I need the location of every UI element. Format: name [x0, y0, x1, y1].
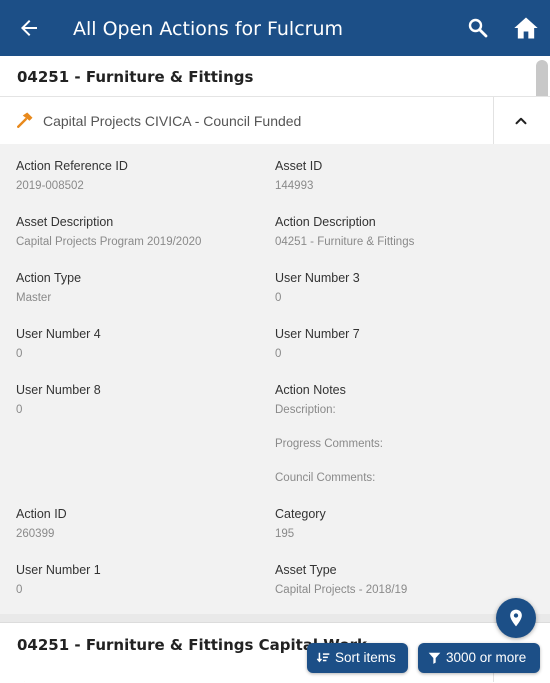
field-label: Action Description — [275, 215, 376, 229]
field-user-number-1: User Number 1 0 — [16, 562, 101, 597]
chevron-up-icon[interactable] — [512, 112, 530, 130]
sort-icon — [316, 652, 330, 663]
field-asset-id: Asset ID 144993 — [275, 158, 322, 193]
app-bar: All Open Actions for Fulcrum — [0, 0, 550, 56]
home-icon[interactable] — [512, 14, 540, 42]
sort-items-button[interactable]: Sort items — [307, 643, 408, 673]
field-value: 195 — [275, 528, 295, 540]
field-label: Action Notes — [275, 383, 346, 397]
field-category: Category 195 — [275, 506, 326, 541]
card-title[interactable]: 04251 - Furniture & Fittings — [17, 68, 253, 86]
field-value: 144993 — [275, 180, 314, 192]
page-title: All Open Actions for Fulcrum — [73, 18, 344, 40]
field-label: User Number 7 — [275, 327, 360, 341]
field-label: Asset ID — [275, 159, 323, 173]
filter-icon — [428, 652, 441, 664]
field-value: Capital Projects - 2018/19 — [275, 584, 408, 596]
hammer-icon — [17, 112, 33, 128]
field-value: 04251 - Furniture & Fittings — [275, 236, 415, 248]
field-label: Category — [275, 507, 326, 521]
field-label: Asset Type — [275, 563, 337, 577]
field-value: 0 — [16, 584, 23, 596]
field-user-number-8: User Number 8 0 — [16, 382, 101, 417]
field-user-number-4: User Number 4 0 — [16, 326, 101, 361]
filter-count-button[interactable]: 3000 or more — [418, 643, 540, 673]
search-icon[interactable] — [466, 16, 490, 40]
field-label: User Number 4 — [16, 327, 101, 341]
details-panel: Action Reference ID 2019-008502 Asset ID… — [0, 144, 550, 614]
field-action-type: Action Type Master — [16, 270, 81, 305]
field-label: Asset Description — [16, 215, 114, 229]
field-value: Capital Projects Program 2019/2020 — [16, 236, 202, 248]
field-user-number-7: User Number 7 0 — [275, 326, 360, 361]
field-asset-description: Asset Description Capital Projects Progr… — [16, 214, 201, 249]
field-value: 0 — [275, 348, 282, 360]
map-marker-icon — [510, 609, 522, 627]
field-value: 0 — [16, 404, 23, 416]
field-value: Master — [16, 292, 52, 304]
sort-items-label: Sort items — [335, 650, 396, 665]
field-label: Action ID — [16, 507, 67, 521]
field-asset-type: Asset Type Capital Projects - 2018/19 — [275, 562, 407, 597]
filter-count-label: 3000 or more — [446, 650, 527, 665]
field-value-progress-comments: Progress Comments: — [275, 438, 384, 450]
field-value-council-comments: Council Comments: — [275, 472, 376, 484]
hammer-icon — [18, 676, 28, 682]
map-location-button[interactable] — [496, 598, 536, 638]
field-label: Action Type — [16, 271, 82, 285]
field-value: 260399 — [16, 528, 55, 540]
field-label: User Number 1 — [16, 563, 101, 577]
field-user-number-3: User Number 3 0 — [275, 270, 360, 305]
field-value: 0 — [16, 348, 23, 360]
field-label: Action Reference ID — [16, 159, 128, 173]
field-label: User Number 3 — [275, 271, 360, 285]
field-label: User Number 8 — [16, 383, 101, 397]
field-action-notes: Action Notes Description: Progress Comme… — [275, 382, 383, 485]
arrow-left-icon[interactable] — [16, 16, 42, 40]
divider — [493, 97, 494, 145]
card-subtitle-row[interactable]: Capital Projects CIVICA - Council Funded — [0, 96, 550, 145]
field-action-description: Action Description 04251 - Furniture & F… — [275, 214, 414, 249]
field-value: 0 — [275, 292, 282, 304]
card-separator — [0, 614, 550, 622]
field-action-reference-id: Action Reference ID 2019-008502 — [16, 158, 128, 193]
field-value: Description: — [275, 404, 336, 416]
field-action-id: Action ID 260399 — [16, 506, 67, 541]
card-subtitle: Capital Projects CIVICA - Council Funded — [43, 113, 302, 129]
field-value: 2019-008502 — [16, 180, 84, 192]
